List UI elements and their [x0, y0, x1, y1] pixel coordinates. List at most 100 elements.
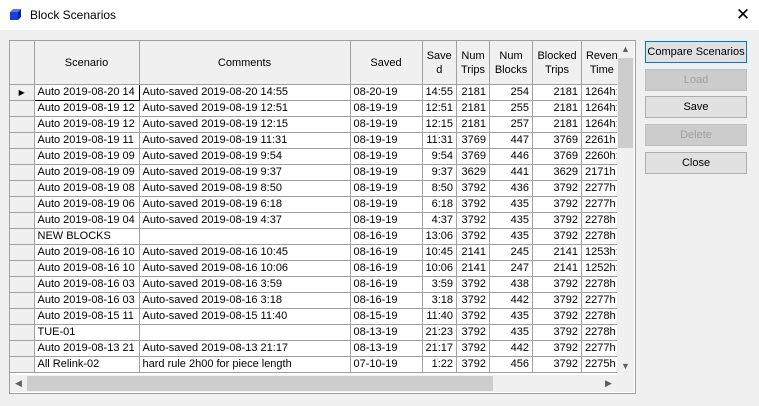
table-row[interactable]: Auto 2019-08-19 09 Auto-saved 2019-08-19 …	[10, 148, 623, 165]
table-row[interactable]: Auto 2019-08-16 10 Auto-saved 2019-08-16 …	[10, 260, 623, 277]
table-row[interactable]: Auto 2019-08-15 11 Auto-saved 2019-08-15 …	[10, 308, 623, 325]
cell-saved-date[interactable]: 08-19-19	[350, 116, 423, 133]
close-button[interactable]: Close	[645, 152, 747, 174]
cell-num-blocks[interactable]: 436	[489, 180, 534, 197]
cell-blocked-trips[interactable]: 3792	[532, 308, 583, 325]
cell-saved-time[interactable]: 12:15	[422, 116, 458, 133]
cell-comments[interactable]: Auto-saved 2019-08-19 4:37	[139, 212, 351, 229]
cell-comments[interactable]: Auto-saved 2019-08-16 10:06	[139, 260, 351, 277]
cell-comments[interactable]: Auto-saved 2019-08-19 8:50	[139, 180, 351, 197]
cell-blocked-trips[interactable]: 3769	[532, 148, 583, 165]
cell-saved-date[interactable]: 08-16-19	[350, 292, 423, 309]
cell-scenario[interactable]: Auto 2019-08-19 04	[34, 212, 140, 229]
cell-saved-time[interactable]: 21:23	[422, 324, 458, 341]
cell-scenario[interactable]: Auto 2019-08-19 12	[34, 116, 140, 133]
cell-num-blocks[interactable]: 435	[489, 308, 534, 325]
row-indicator[interactable]	[10, 292, 35, 309]
cell-saved-time[interactable]: 8:50	[422, 180, 458, 197]
row-indicator[interactable]	[10, 228, 35, 245]
cell-saved-date[interactable]: 08-19-19	[350, 164, 423, 181]
row-indicator[interactable]	[10, 180, 35, 197]
cell-saved-time[interactable]: 12:51	[422, 100, 458, 117]
cell-comments[interactable]: Auto-saved 2019-08-19 6:18	[139, 196, 351, 213]
cell-blocked-trips[interactable]: 3792	[532, 340, 583, 357]
cell-comments[interactable]: Auto-saved 2019-08-15 11:40	[139, 308, 351, 325]
scenarios-grid[interactable]: Scenario Comments Saved Save d Num Trips…	[9, 40, 636, 394]
cell-blocked-trips[interactable]: 2181	[532, 100, 583, 117]
cell-scenario[interactable]: Auto 2019-08-19 06	[34, 196, 140, 213]
cell-saved-time[interactable]: 13:06	[422, 228, 458, 245]
cell-saved-date[interactable]: 08-19-19	[350, 180, 423, 197]
cell-num-trips[interactable]: 2181	[456, 84, 491, 101]
cell-saved-date[interactable]: 08-19-19	[350, 148, 423, 165]
cell-num-trips[interactable]: 3792	[456, 276, 491, 293]
table-row[interactable]: Auto 2019-08-19 06 Auto-saved 2019-08-19 …	[10, 196, 623, 213]
cell-num-blocks[interactable]: 247	[489, 260, 534, 277]
row-indicator[interactable]	[10, 260, 35, 277]
cell-scenario[interactable]: Auto 2019-08-19 12	[34, 100, 140, 117]
cell-num-trips[interactable]: 3792	[456, 228, 491, 245]
table-row[interactable]: Auto 2019-08-16 03 Auto-saved 2019-08-16 …	[10, 276, 623, 293]
cell-saved-date[interactable]: 08-13-19	[350, 324, 423, 341]
cell-num-blocks[interactable]: 446	[489, 148, 534, 165]
cell-scenario[interactable]: All Relink-02	[34, 356, 140, 373]
column-header-num-trips[interactable]: Num Trips	[456, 41, 491, 85]
table-row[interactable]: NEW BLOCKS 08-16-19 13:06 3792 435 3792 2278h	[10, 228, 623, 245]
cell-scenario[interactable]: Auto 2019-08-19 08	[34, 180, 140, 197]
cell-scenario[interactable]: Auto 2019-08-16 10	[34, 260, 140, 277]
row-indicator[interactable]	[10, 244, 35, 261]
cell-num-trips[interactable]: 2141	[456, 260, 491, 277]
cell-saved-time[interactable]: 4:37	[422, 212, 458, 229]
cell-comments[interactable]: Auto-saved 2019-08-16 10:45	[139, 244, 351, 261]
cell-saved-time[interactable]: 11:31	[422, 132, 458, 149]
cell-comments[interactable]: Auto-saved 2019-08-19 9:37	[139, 164, 351, 181]
cell-saved-date[interactable]: 08-16-19	[350, 260, 423, 277]
cell-comments[interactable]: Auto-saved 2019-08-16 3:18	[139, 292, 351, 309]
cell-scenario[interactable]: Auto 2019-08-16 10	[34, 244, 140, 261]
cell-saved-time[interactable]: 1:22	[422, 356, 458, 373]
save-button[interactable]: Save	[645, 96, 747, 118]
cell-scenario[interactable]: Auto 2019-08-16 03	[34, 292, 140, 309]
cell-saved-date[interactable]: 08-15-19	[350, 308, 423, 325]
compare-scenarios-button[interactable]: Compare Scenarios	[645, 41, 747, 63]
row-indicator[interactable]	[10, 148, 35, 165]
column-header-comments[interactable]: Comments	[139, 41, 351, 85]
delete-button[interactable]: Delete	[645, 124, 747, 146]
table-row[interactable]: Auto 2019-08-19 08 Auto-saved 2019-08-19 …	[10, 180, 623, 197]
table-row[interactable]: Auto 2019-08-19 04 Auto-saved 2019-08-19 …	[10, 212, 623, 229]
cell-num-blocks[interactable]: 435	[489, 324, 534, 341]
vertical-scroll-thumb[interactable]	[618, 58, 633, 148]
cell-saved-date[interactable]: 08-19-19	[350, 132, 423, 149]
cell-saved-date[interactable]: 07-10-19	[350, 356, 423, 373]
table-row[interactable]: Auto 2019-08-19 09 Auto-saved 2019-08-19 …	[10, 164, 623, 181]
column-header-saved-date[interactable]: Saved	[350, 41, 423, 85]
column-header-blocked-trips[interactable]: Blocked Trips	[532, 41, 583, 85]
cell-scenario[interactable]: Auto 2019-08-19 09	[34, 164, 140, 181]
cell-num-blocks[interactable]: 441	[489, 164, 534, 181]
row-indicator[interactable]	[10, 100, 35, 117]
chevron-down-icon[interactable]: ▼	[617, 358, 634, 375]
chevron-right-icon[interactable]: ▶	[600, 375, 617, 392]
cell-saved-date[interactable]: 08-16-19	[350, 244, 423, 261]
row-indicator[interactable]	[10, 132, 35, 149]
cell-blocked-trips[interactable]: 2181	[532, 116, 583, 133]
cell-num-trips[interactable]: 3792	[456, 340, 491, 357]
cell-num-blocks[interactable]: 245	[489, 244, 534, 261]
cell-num-blocks[interactable]: 435	[489, 212, 534, 229]
cell-comments[interactable]	[139, 324, 351, 341]
table-row[interactable]: ▶ Auto 2019-08-20 14 Auto-saved 2019-08-20…	[10, 84, 623, 101]
cell-num-trips[interactable]: 3769	[456, 132, 491, 149]
horizontal-scroll-thumb[interactable]	[27, 376, 493, 391]
column-header-saved-time[interactable]: Save d	[422, 41, 458, 85]
cell-num-blocks[interactable]: 442	[489, 340, 534, 357]
cell-num-trips[interactable]: 3792	[456, 180, 491, 197]
chevron-up-icon[interactable]: ▲	[617, 41, 634, 58]
cell-blocked-trips[interactable]: 3792	[532, 356, 583, 373]
cell-num-trips[interactable]: 3629	[456, 164, 491, 181]
cell-saved-time[interactable]: 10:45	[422, 244, 458, 261]
cell-scenario[interactable]: Auto 2019-08-15 11	[34, 308, 140, 325]
cell-num-blocks[interactable]: 442	[489, 292, 534, 309]
cell-saved-time[interactable]: 14:55	[422, 84, 458, 101]
row-indicator[interactable]	[10, 356, 35, 373]
cell-num-blocks[interactable]: 438	[489, 276, 534, 293]
